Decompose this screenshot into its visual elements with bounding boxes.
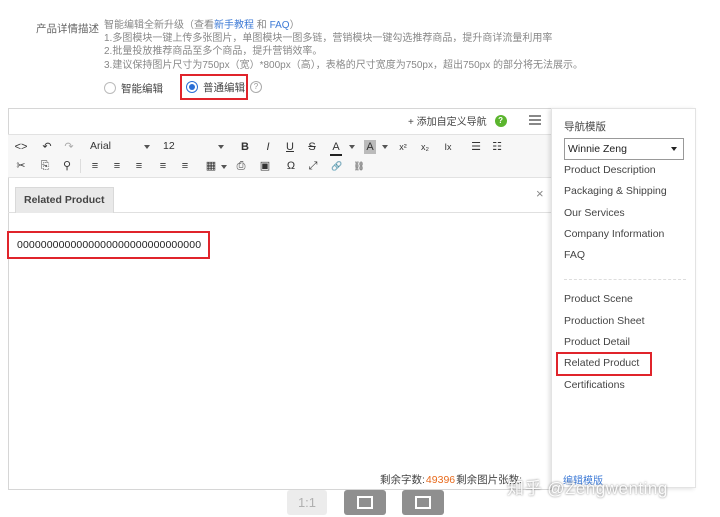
intro-prefix: 智能编辑全新升级（查看 [104, 20, 214, 31]
table-chevron-icon [221, 165, 227, 169]
add-custom-nav-button[interactable]: + 添加自定义导航 ? [408, 113, 507, 128]
hamburger-menu-icon[interactable] [529, 115, 541, 125]
toolbar-divider [80, 159, 81, 173]
nav-item-related-product[interactable]: Related Product [564, 357, 639, 369]
fit-screen-icon [357, 496, 373, 509]
editor-toolbar: <> ↶ ↷ Arial 12 B I U S A A x² x₂ Ix ☰ ☷… [8, 134, 552, 178]
field-label: 产品详情描述 [36, 23, 99, 35]
unlink-icon[interactable]: ⛓ [352, 159, 366, 173]
normal-label: 普通编辑 [203, 81, 245, 94]
copy-icon[interactable]: ⎘ [38, 159, 52, 173]
nav-item-product-scene[interactable]: Product Scene [564, 293, 633, 305]
highlight-chevron-icon [382, 145, 388, 149]
faq-link[interactable]: FAQ [270, 20, 290, 31]
tip-3: 3.建议保持图片尺寸为750px（宽）*800px（高），表格的尺寸宽度为750… [104, 59, 583, 71]
clear-format-icon[interactable]: Ix [441, 140, 455, 154]
normal-radio[interactable] [186, 81, 198, 93]
align-right-icon[interactable]: ≡ [132, 159, 146, 173]
link-icon[interactable]: 🔗 [330, 159, 344, 173]
subscript-icon[interactable]: x₂ [418, 140, 432, 154]
undo-icon[interactable]: ↶ [40, 140, 54, 154]
page: { "section": { "label": "产品详情描述", "intro… [0, 0, 720, 517]
font-family-select[interactable]: Arial [90, 140, 111, 152]
align-center-icon[interactable]: ≡ [110, 159, 124, 173]
superscript-icon[interactable]: x² [396, 140, 410, 154]
nav-item-certifications[interactable]: Certifications [564, 379, 625, 391]
bold-icon[interactable]: B [239, 140, 251, 154]
fullscreen-icon[interactable]: ⤢ [306, 159, 320, 173]
template-icon[interactable]: ⎙ [234, 159, 248, 173]
add-nav-label: + 添加自定义导航 [408, 117, 487, 128]
tip-2: 2.批量投放推荐商品至多个商品，提升营销效率。 [104, 46, 323, 58]
special-char-icon[interactable]: Ω [284, 159, 298, 173]
font-chevron-down-icon [144, 145, 150, 149]
cut-icon[interactable]: ✂ [14, 159, 28, 173]
nav-item-company-information[interactable]: Company Information [564, 228, 664, 240]
highlight-color-icon[interactable]: A [364, 140, 376, 154]
smart-radio[interactable] [104, 82, 116, 94]
intro-text: 智能编辑全新升级（查看新手教程 和 FAQ） 1.多图模块一键上传多张图片，单图… [104, 19, 583, 72]
tutorial-link[interactable]: 新手教程 [214, 20, 254, 31]
actual-size-button[interactable]: 1:1 [287, 490, 327, 515]
mode-normal-option[interactable]: 普通编辑 [180, 74, 248, 100]
font-size-select[interactable]: 12 [163, 140, 175, 152]
size-chevron-down-icon [218, 145, 224, 149]
nav-item-product-description[interactable]: Product Description [564, 164, 656, 176]
template-select-value: Winnie Zeng [568, 143, 627, 155]
underline-icon[interactable]: U [284, 140, 296, 154]
font-color-chevron-icon [349, 145, 355, 149]
find-icon[interactable]: ⚲ [60, 159, 74, 173]
download-image-button[interactable] [402, 490, 444, 515]
nav-help-icon[interactable]: ? [494, 114, 507, 127]
nav-item-production-sheet[interactable]: Production Sheet [564, 315, 645, 327]
chars-left-value: 49396 [425, 473, 456, 486]
editor-footer: 剩余字数: 49396 剩余图片张数: [380, 472, 522, 487]
chars-left-label: 剩余字数: [380, 474, 425, 486]
smart-label: 智能编辑 [121, 82, 163, 95]
close-icon[interactable]: × [536, 186, 544, 201]
watermark: 知乎 @Zengwenting [507, 479, 668, 498]
edit-mode-group: 智能编辑 普通编辑 ? [104, 74, 262, 100]
tip-1: 1.多图模块一键上传多张图片，单图模块一图多链，营销模块一键勾选推荐商品，提升商… [104, 33, 553, 45]
strike-icon[interactable]: S [306, 140, 318, 154]
table-icon[interactable]: ▦ [204, 159, 218, 173]
source-code-icon[interactable]: <> [14, 140, 28, 154]
fit-screen-button[interactable] [344, 490, 386, 515]
redo-icon[interactable]: ↷ [62, 140, 76, 154]
intro-and: 和 [254, 20, 270, 31]
help-icon[interactable]: ? [250, 81, 262, 93]
nav-panel-title: 导航模版 [564, 121, 606, 133]
content-highlight-box: 0000000000000000000000000000000 [7, 231, 210, 259]
bullet-list-icon[interactable]: ☰ [469, 140, 483, 154]
nav-item-packaging-shipping[interactable]: Packaging & Shipping [564, 185, 667, 197]
nav-divider [564, 279, 686, 280]
nav-item-faq[interactable]: FAQ [564, 249, 585, 261]
font-color-icon[interactable]: A [330, 140, 342, 156]
image-icon[interactable]: ▣ [258, 159, 272, 173]
nav-item-product-detail[interactable]: Product Detail [564, 336, 630, 348]
nav-template-panel: 导航模版 Winnie Zeng Product Description Pac… [551, 108, 696, 488]
tab-related-product[interactable]: Related Product [15, 187, 114, 213]
template-chevron-down-icon [671, 147, 677, 151]
image-download-icon [415, 496, 431, 509]
intro-suffix: ） [289, 20, 300, 31]
italic-icon[interactable]: I [262, 140, 274, 154]
numbered-list-icon[interactable]: ☷ [490, 140, 504, 154]
mode-smart-option[interactable]: 智能编辑 [104, 81, 163, 96]
align-left-icon[interactable]: ≡ [88, 159, 102, 173]
outdent-icon[interactable]: ≡ [178, 159, 192, 173]
module-tab-bar: Related Product [8, 183, 552, 213]
indent-icon[interactable]: ≡ [156, 159, 170, 173]
nav-item-our-services[interactable]: Our Services [564, 207, 625, 219]
editor-content-text[interactable]: 0000000000000000000000000000000 [17, 239, 201, 251]
template-select[interactable]: Winnie Zeng [564, 138, 684, 160]
